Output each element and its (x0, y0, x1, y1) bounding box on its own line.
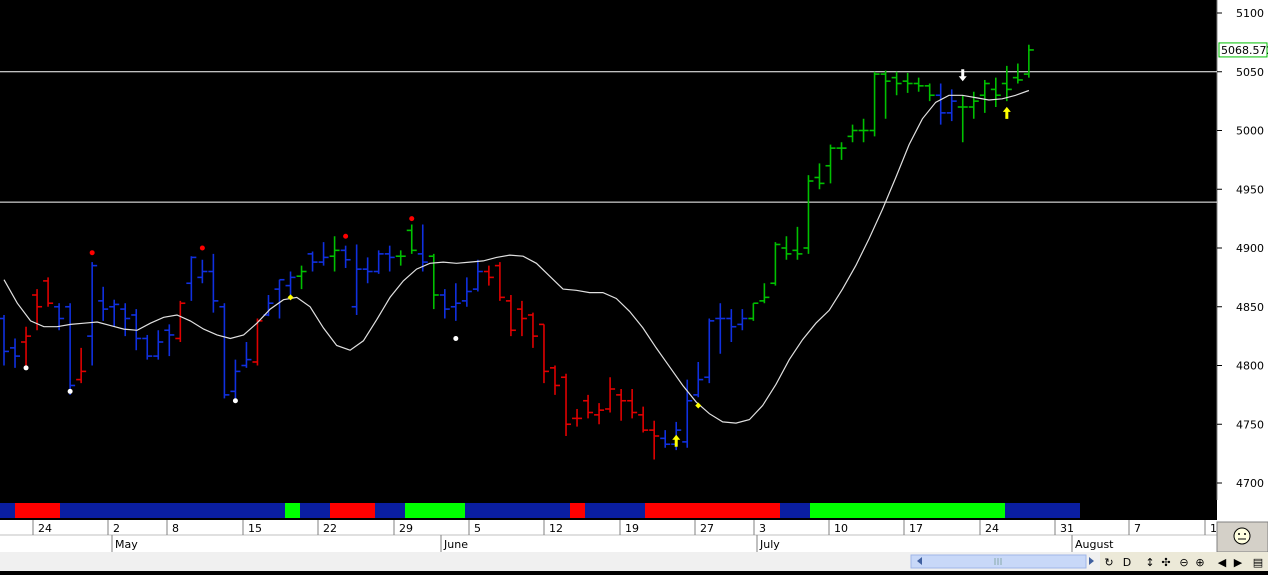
date-label: 31 (1060, 522, 1074, 535)
ribbon-segment (465, 503, 570, 518)
date-label: 7 (1134, 522, 1141, 535)
month-label: May (115, 538, 138, 551)
trend-ribbon (0, 503, 1080, 518)
low-marker-dot (23, 365, 29, 371)
high-marker-dot (409, 216, 415, 222)
smiley-icon[interactable] (1233, 527, 1251, 545)
month-label: June (443, 538, 468, 551)
date-label: 27 (700, 522, 714, 535)
date-label: 12 (549, 522, 563, 535)
date-label: 24 (985, 522, 999, 535)
ribbon-segment (780, 503, 810, 518)
ribbon-segment (810, 503, 1005, 518)
ribbon-segment (375, 503, 405, 518)
cycle-icon[interactable]: ↕ (1145, 556, 1154, 569)
price-tick-label: 4950 (1236, 183, 1264, 196)
price-tick-label: 5100 (1236, 7, 1264, 20)
date-label: 19 (625, 522, 639, 535)
ribbon-segment (1005, 503, 1080, 518)
zoom-out-icon[interactable]: ◀ (1218, 556, 1227, 569)
date-label: 22 (323, 522, 337, 535)
price-tick-label: 4850 (1236, 301, 1264, 314)
zoom-in-icon[interactable]: ▶ (1234, 556, 1243, 569)
date-label: 15 (248, 522, 262, 535)
chart-svg[interactable]: 4700 4750 4800 4850 4900 4950 5000 5050 5100 5068… (0, 0, 1268, 571)
price-tick-label: 5000 (1236, 125, 1264, 138)
price-tick-label: 4800 (1236, 360, 1264, 373)
move-vertical-icon[interactable]: ⊖ (1179, 556, 1188, 569)
high-marker-dot (199, 245, 205, 251)
ribbon-segment (405, 503, 465, 518)
arrow-left-icon[interactable]: ↻ (1104, 556, 1113, 569)
move-icon[interactable]: ⊕ (1195, 556, 1204, 569)
low-marker-dot (67, 388, 73, 394)
high-marker-dot (343, 233, 349, 239)
page-icon[interactable]: ▤ (1253, 556, 1263, 569)
date-label: 29 (399, 522, 413, 535)
date-label: 17 (909, 522, 923, 535)
date-label: 3 (759, 522, 766, 535)
ribbon-segment (0, 503, 15, 518)
date-axis-panel (0, 520, 1217, 552)
arrow-right-icon[interactable]: D (1123, 556, 1131, 569)
low-marker-dot (232, 398, 238, 404)
date-label: 1 (1210, 522, 1217, 535)
daily-button[interactable]: ✣ (1161, 556, 1170, 569)
chart-area[interactable]: 4700 4750 4800 4850 4900 4950 5000 5050 5100 5068… (0, 0, 1268, 571)
month-label: July (759, 538, 780, 551)
ribbon-segment (15, 503, 60, 518)
low-marker-dot (453, 335, 459, 341)
price-tick-label: 5050 (1236, 66, 1264, 79)
price-tick-label: 4750 (1236, 418, 1264, 431)
ribbon-segment (645, 503, 780, 518)
month-label: August (1075, 538, 1114, 551)
plot-background (0, 0, 1217, 500)
ribbon-segment (285, 503, 300, 518)
ribbon-segment (585, 503, 645, 518)
date-label: 8 (172, 522, 179, 535)
ribbon-segment (300, 503, 330, 518)
ribbon-segment (570, 503, 585, 518)
ribbon-segment (60, 503, 285, 518)
last-price-label: 5068.572 (1221, 44, 1268, 57)
high-marker-dot (89, 250, 95, 256)
date-label: 5 (474, 522, 481, 535)
ribbon-segment (330, 503, 375, 518)
date-label: 10 (834, 522, 848, 535)
date-label: 24 (38, 522, 52, 535)
date-label: 2 (113, 522, 120, 535)
price-tick-label: 4700 (1236, 477, 1264, 490)
price-tick-label: 4900 (1236, 242, 1264, 255)
